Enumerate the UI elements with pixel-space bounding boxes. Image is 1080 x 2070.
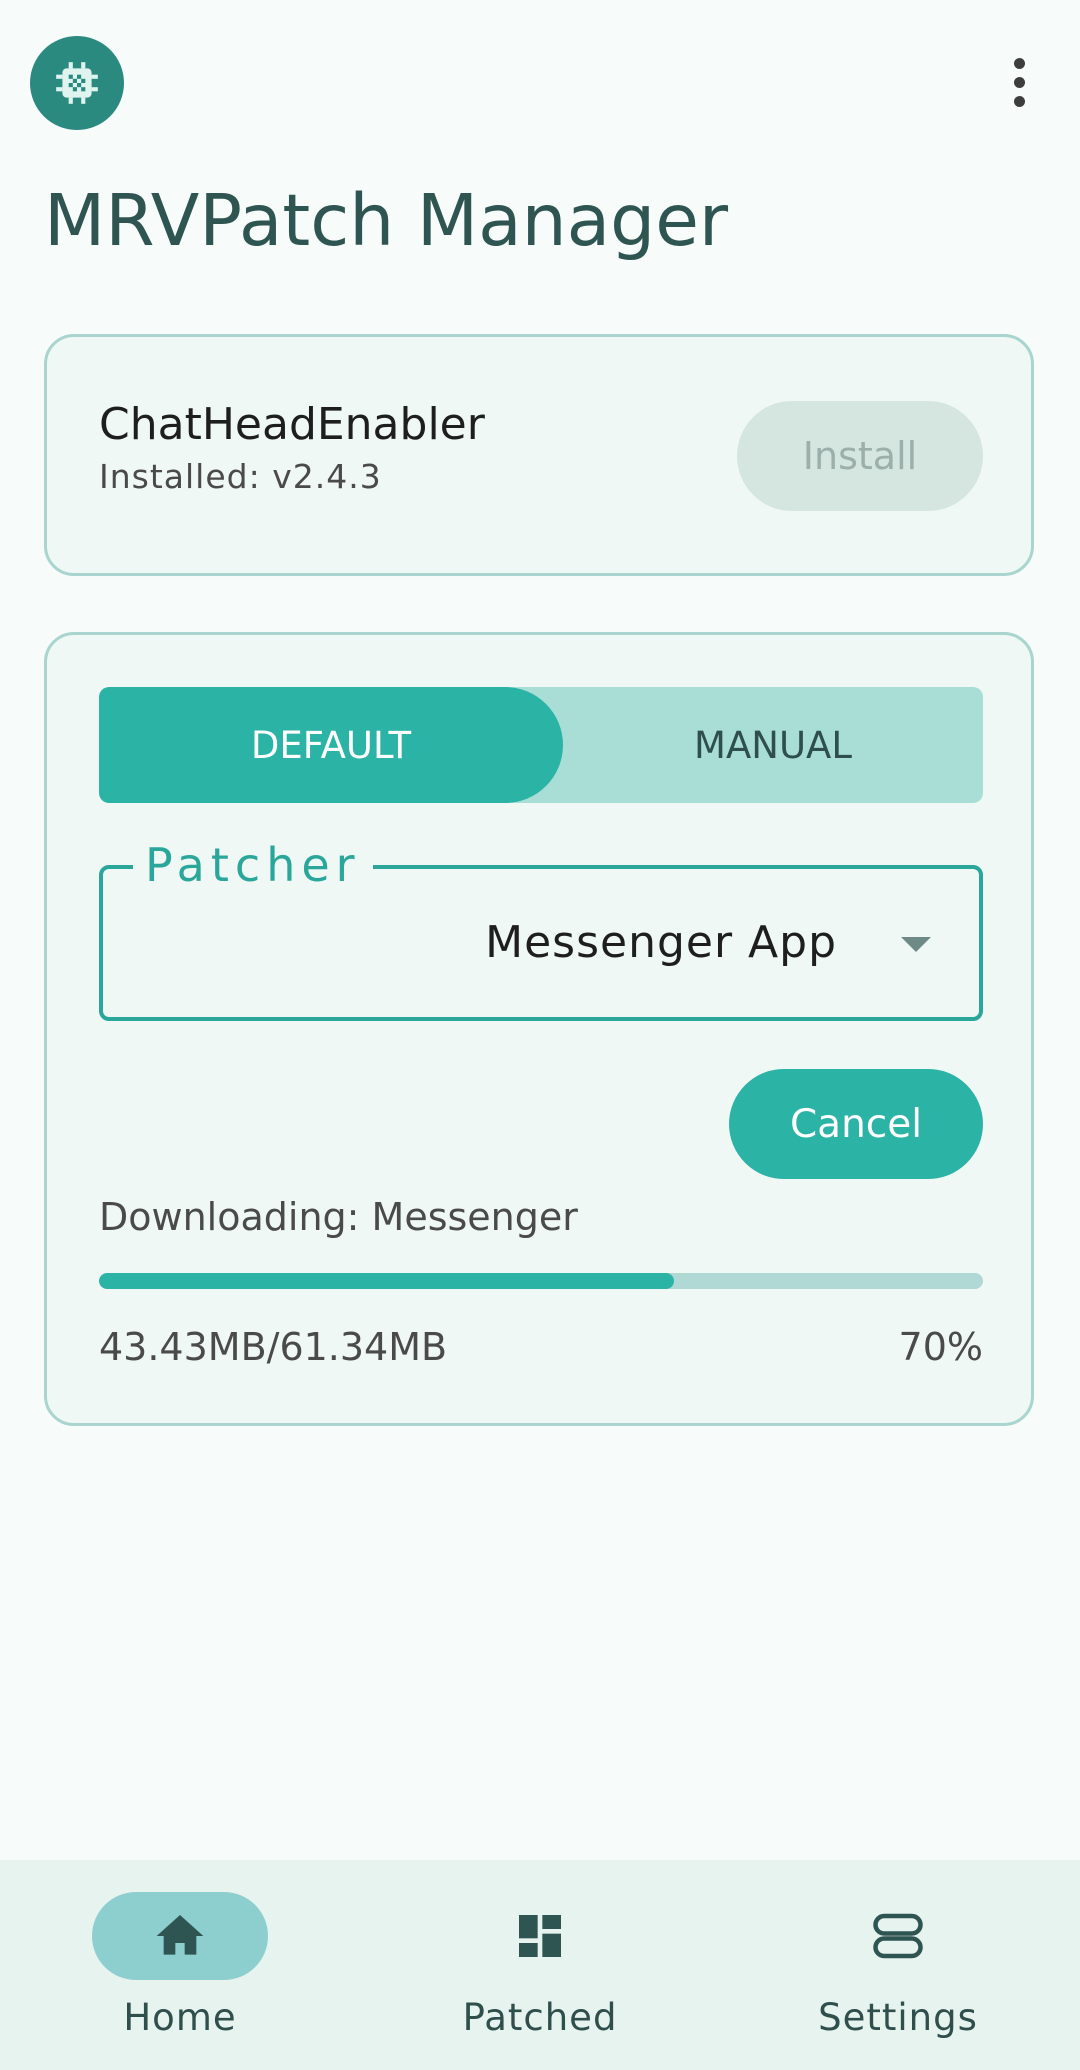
more-options-button[interactable] <box>996 52 1042 112</box>
nav-home-pill <box>92 1892 268 1980</box>
installed-patch-card: ChatHeadEnabler Installed: v2.4.3 Instal… <box>44 334 1034 576</box>
toggles-icon <box>873 1913 923 1959</box>
nav-item-home[interactable]: Home <box>66 1892 286 2052</box>
nav-settings-pill <box>810 1892 986 1980</box>
download-progress-fill <box>99 1273 674 1289</box>
patch-card: DEFAULT MANUAL Patcher Messenger App Can… <box>44 632 1034 1426</box>
patcher-selected-value: Messenger App <box>485 917 837 968</box>
page-title: MRVPatch Manager <box>44 179 729 262</box>
mode-segmented-control: DEFAULT MANUAL <box>99 687 983 803</box>
installed-version: Installed: v2.4.3 <box>99 457 382 496</box>
nav-label-settings: Settings <box>818 1996 978 2039</box>
download-progress-bar <box>99 1273 983 1289</box>
patcher-label: Patcher <box>133 837 373 893</box>
app-logo-chip-icon[interactable] <box>30 36 124 130</box>
patch-name: ChatHeadEnabler <box>99 399 485 450</box>
nav-item-patched[interactable]: Patched <box>426 1892 646 2052</box>
home-icon <box>156 1915 204 1955</box>
nav-label-home: Home <box>123 1996 237 2039</box>
patcher-dropdown[interactable]: Patcher Messenger App <box>99 837 983 1021</box>
dashboard-icon <box>519 1915 561 1957</box>
download-status: Downloading: Messenger <box>99 1195 578 1239</box>
nav-label-patched: Patched <box>462 1996 618 2039</box>
cancel-button[interactable]: Cancel <box>729 1069 983 1179</box>
download-percent: 70% <box>898 1325 983 1369</box>
install-button[interactable]: Install <box>737 401 983 511</box>
caret-down-icon <box>901 937 931 952</box>
chip-icon <box>56 62 98 104</box>
segment-default[interactable]: DEFAULT <box>99 687 563 803</box>
segment-manual[interactable]: MANUAL <box>563 687 983 803</box>
download-size: 43.43MB/61.34MB <box>99 1325 448 1369</box>
nav-item-settings[interactable]: Settings <box>784 1892 1004 2052</box>
more-vert-icon <box>1013 57 1025 69</box>
nav-patched-pill <box>452 1892 628 1980</box>
bottom-navigation: Home Patched Settings <box>0 1860 1080 2070</box>
